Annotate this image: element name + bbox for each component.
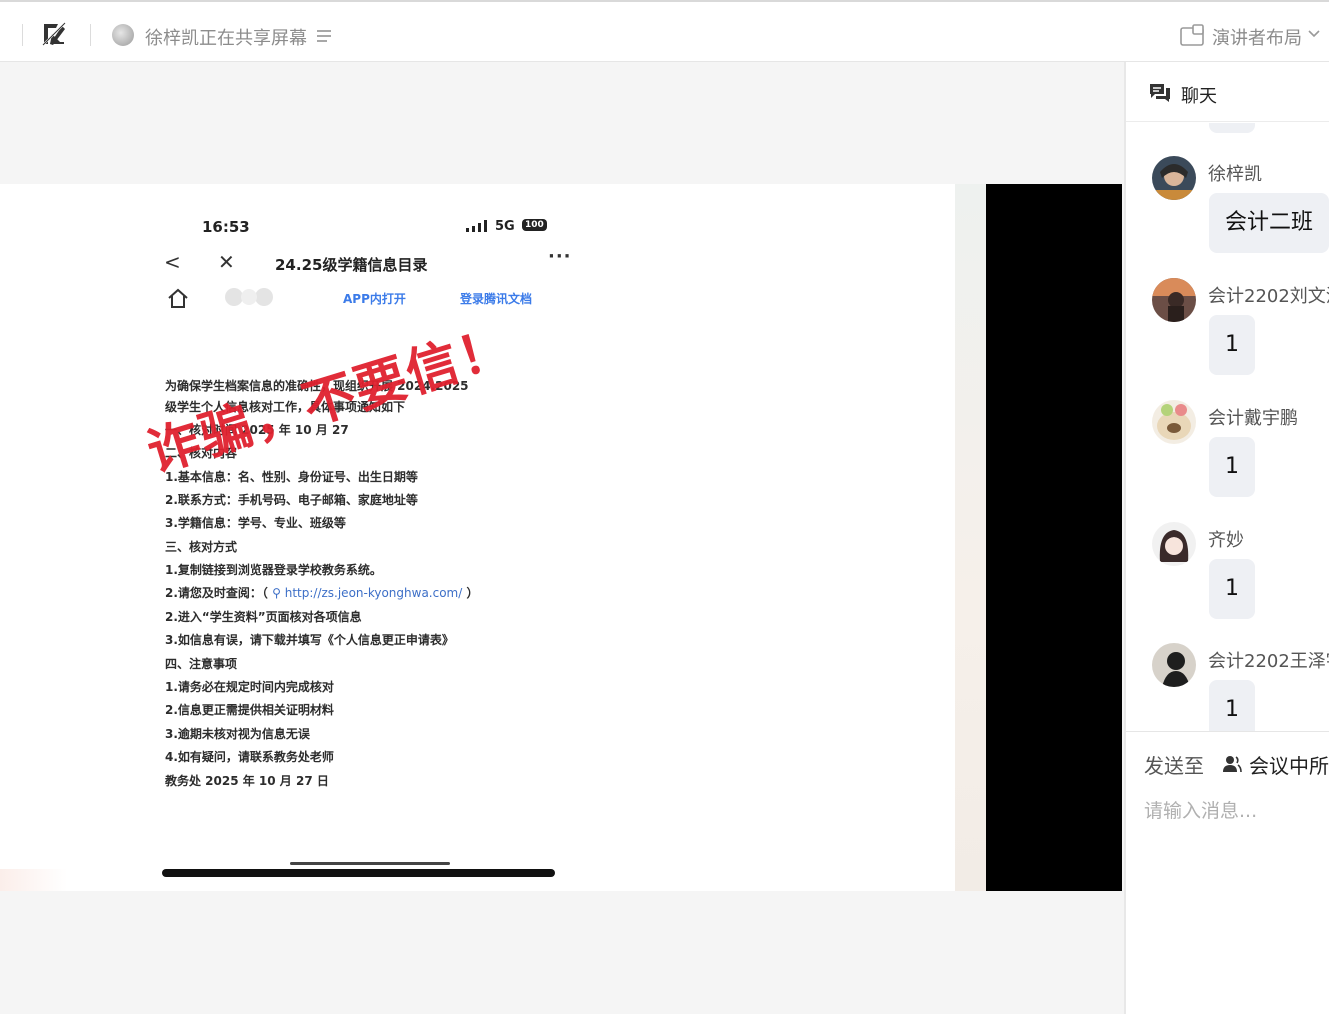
app-logo-icon[interactable] xyxy=(40,20,68,48)
doc-line: 3.学籍信息：学号、专业、班级等 xyxy=(165,516,346,530)
photo-edge xyxy=(955,184,986,891)
chat-compose: 发送至 会议中所有人 xyxy=(1126,731,1329,1014)
doc-line: 级学生个人信息核对工作，具体事项通知如下 xyxy=(165,400,406,414)
avatar xyxy=(112,24,134,46)
chat-panel: 聊天 徐梓凯 会计二班 会计2202刘文涛 1 会计戴宇鹏 1 xyxy=(1124,62,1329,1014)
battery-icon: 100 xyxy=(522,219,547,231)
doc-line: 3.如信息有误，请下载并填写《个人信息更正申请表》 xyxy=(165,633,454,647)
avatar xyxy=(1152,643,1196,687)
back-icon: < xyxy=(164,250,181,274)
chat-message: 会计2202刘文涛 1 xyxy=(1126,278,1329,396)
phone-status-time: 16:53 xyxy=(202,218,250,236)
layout-selector[interactable]: 演讲者布局 xyxy=(1212,24,1302,50)
message-bubble: 1 xyxy=(1209,559,1255,619)
message-bubble: 1 xyxy=(1209,315,1255,375)
doc-line: 一、核对时间 2025 年 10 月 27 xyxy=(165,423,349,437)
shared-screen-content: 16:53 5G 100 < ✕ 24.25级学籍信息目录 ··· APP内打开… xyxy=(0,184,1122,891)
open-in-app-link: APP内打开 xyxy=(343,292,406,306)
people-icon xyxy=(1223,756,1242,773)
home-icon xyxy=(168,288,188,308)
signal-icon xyxy=(466,220,487,232)
avatar xyxy=(1152,400,1196,444)
chat-header: 聊天 xyxy=(1126,62,1329,122)
divider xyxy=(90,24,91,46)
message-bubble: 会计二班 xyxy=(1209,193,1329,253)
divider xyxy=(22,24,23,46)
send-to-label: 发送至 xyxy=(1144,754,1204,778)
collaborator-avatars xyxy=(225,288,273,306)
shared-screen-area: 16:53 5G 100 < ✕ 24.25级学籍信息目录 ··· APP内打开… xyxy=(0,62,1124,1014)
login-docs-link: 登录腾讯文档 xyxy=(460,292,533,306)
share-status-text: 徐梓凯正在共享屏幕 xyxy=(145,28,307,49)
message-bubble-partial xyxy=(1209,123,1255,133)
chat-message-list[interactable]: 徐梓凯 会计二班 会计2202刘文涛 1 会计戴宇鹏 1 齐妙 1 xyxy=(1126,123,1329,731)
chat-message: 齐妙 1 xyxy=(1126,522,1329,640)
chat-title: 聊天 xyxy=(1181,86,1217,107)
doc-line: 4.如有疑问，请联系教务处老师 xyxy=(165,750,334,764)
message-bubble: 1 xyxy=(1209,437,1255,497)
doc-line-text: ） xyxy=(466,586,479,600)
avatar xyxy=(1152,156,1196,200)
chat-message: 徐梓凯 会计二班 xyxy=(1126,156,1329,274)
doc-line: 2.联系方式：手机号码、电子邮箱、家庭地址等 xyxy=(165,493,418,507)
chat-icon xyxy=(1150,84,1170,102)
chat-message: 会计戴宇鹏 1 xyxy=(1126,400,1329,518)
doc-line: 1.基本信息：名、性别、身份证号、出生日期等 xyxy=(165,470,418,484)
doc-line: 四、注意事项 xyxy=(165,657,238,671)
message-sender: 徐梓凯 xyxy=(1208,164,1262,185)
phone-home-indicator-shadow xyxy=(290,862,450,865)
send-target-selector[interactable]: 会议中所有人 xyxy=(1249,750,1329,779)
doc-line: 三、核对方式 xyxy=(165,540,238,554)
phone-home-indicator xyxy=(162,869,555,877)
letterbox-bar xyxy=(986,184,1122,891)
message-sender: 齐妙 xyxy=(1208,530,1244,551)
phone-doc-title: 24.25级学籍信息目录 xyxy=(275,256,428,274)
shared-photo: 16:53 5G 100 < ✕ 24.25级学籍信息目录 ··· APP内打开… xyxy=(0,184,955,869)
doc-line-text: 2.请您及时查阅：（ xyxy=(165,586,268,600)
doc-line: 二、核对内容 xyxy=(165,446,238,460)
avatar xyxy=(1152,278,1196,322)
chat-message: 会计2202王泽宇 1 xyxy=(1126,643,1329,731)
message-sender: 会计2202刘文涛 xyxy=(1208,286,1329,307)
more-icon: ··· xyxy=(548,246,572,267)
message-sender: 会计2202王泽宇 xyxy=(1208,651,1329,672)
doc-link-url: http://zs.jeon-kyonghwa.com/ xyxy=(284,586,463,600)
doc-line: 教务处 2025 年 10 月 27 日 xyxy=(165,774,329,788)
chevron-down-icon[interactable] xyxy=(1307,29,1321,39)
doc-line: 2.信息更正需提供相关证明材料 xyxy=(165,703,334,717)
phone-network: 5G xyxy=(495,219,515,234)
avatar xyxy=(1152,522,1196,566)
doc-line: 1.请务必在规定时间内完成核对 xyxy=(165,680,334,694)
message-sender: 会计戴宇鹏 xyxy=(1208,408,1298,429)
link-icon: ⚲ xyxy=(272,586,285,600)
doc-line: 2.进入“学生资料”页面核对各项信息 xyxy=(165,610,362,624)
message-input[interactable] xyxy=(1144,796,1324,826)
top-bar: 徐梓凯正在共享屏幕 演讲者布局 xyxy=(0,0,1329,62)
doc-line: 3.逾期未核对视为信息无误 xyxy=(165,727,310,741)
doc-line-with-link: 2.请您及时查阅：（ ⚲ http://zs.jeon-kyonghwa.com… xyxy=(165,584,479,601)
close-icon: ✕ xyxy=(218,250,235,274)
menu-lines-icon[interactable] xyxy=(316,28,332,44)
message-bubble: 1 xyxy=(1209,680,1255,731)
layout-icon[interactable] xyxy=(1180,24,1204,46)
doc-line: 1.复制链接到浏览器登录学校教务系统。 xyxy=(165,563,382,577)
doc-line: 为确保学生档案信息的准确性，现组织开展 2024.2025 xyxy=(165,379,469,393)
